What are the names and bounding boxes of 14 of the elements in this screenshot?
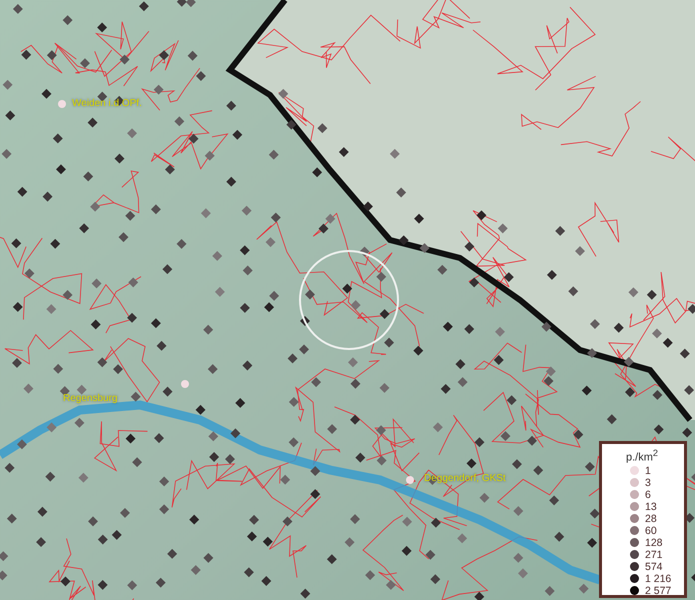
legend-label: 13 bbox=[645, 500, 657, 513]
legend-label: 60 bbox=[645, 524, 657, 537]
legend-label: 1 216 bbox=[645, 572, 672, 585]
legend-label: 6 bbox=[645, 488, 651, 501]
town-label: Regensburg bbox=[63, 393, 118, 405]
legend-label: 128 bbox=[645, 536, 663, 549]
legend-label: 271 bbox=[645, 548, 663, 561]
legend-label: 574 bbox=[645, 560, 663, 573]
legend-label: 2 577 bbox=[645, 584, 672, 597]
legend-title: p./km$^{2}$ bbox=[626, 447, 659, 465]
legend-label: 28 bbox=[645, 512, 657, 525]
legend-label: 1 bbox=[645, 464, 651, 477]
town-label: Weiden i.d.OPf. bbox=[72, 98, 142, 110]
legend-label: 3 bbox=[645, 476, 651, 489]
